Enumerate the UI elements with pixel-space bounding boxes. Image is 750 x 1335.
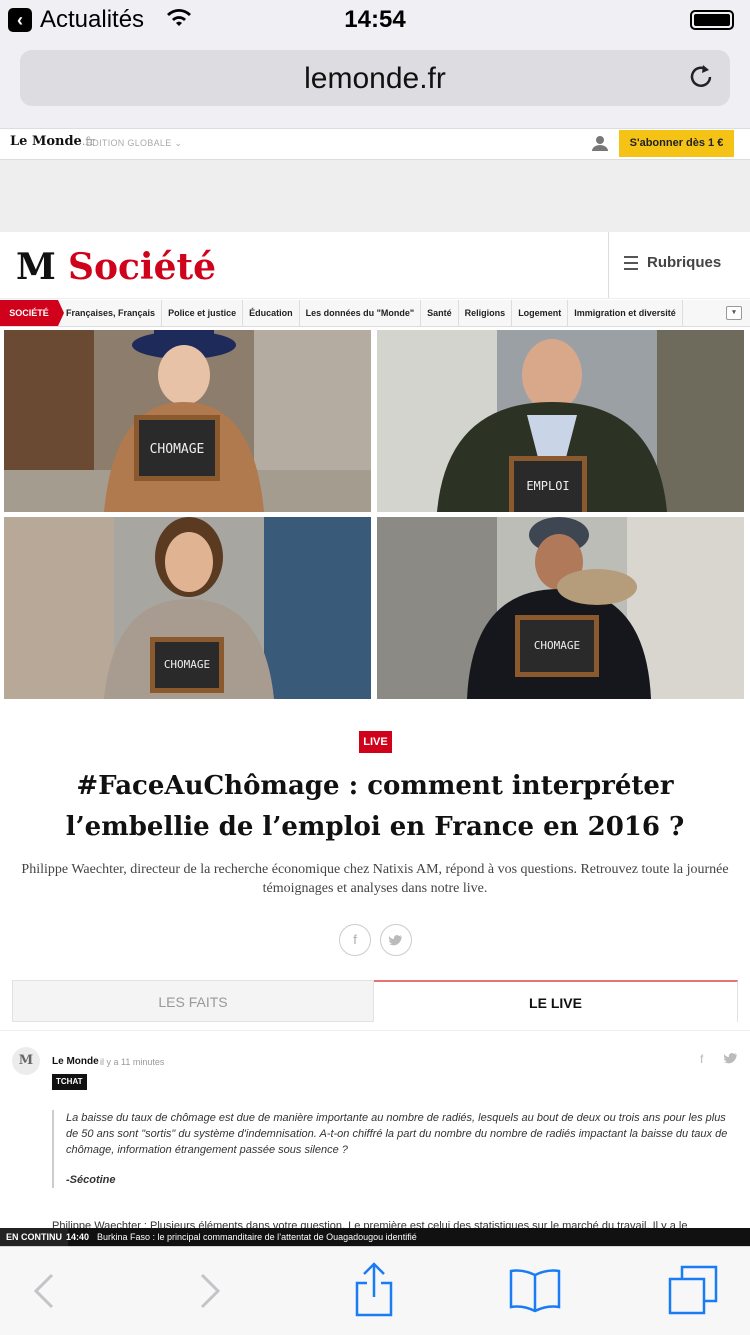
rubriques-button[interactable]: Rubriques [647, 254, 721, 271]
bookmarks-icon[interactable] [508, 1267, 562, 1313]
article-tabs: LES FAITS LE LIVE [12, 980, 738, 1022]
forward-icon[interactable] [198, 1271, 224, 1311]
lemonde-logo[interactable]: Le Monde.fr [10, 134, 95, 149]
subnav-expand-icon[interactable]: ▾ [726, 306, 742, 320]
divider [608, 232, 609, 298]
twitter-share-icon[interactable] [380, 924, 412, 956]
subnav-item[interactable]: Logement [512, 300, 569, 326]
photo-man-emploi[interactable]: EMPLOI [377, 330, 744, 512]
article-headline[interactable]: #FaceAuChômage : comment interpréter l’e… [10, 766, 740, 848]
question-signature: -Sécotine [66, 1174, 116, 1186]
ticker-label: EN CONTINU [0, 1228, 68, 1246]
subnav-active-societe[interactable]: SOCIÉTÉ [0, 300, 64, 326]
browser-address-area: lemonde.fr [0, 40, 750, 128]
chalkboard-text: EMPLOI [526, 479, 569, 493]
live-badge: LIVE [359, 731, 392, 753]
ticker-time: 14:40 [66, 1232, 90, 1242]
tab-les-faits[interactable]: LES FAITS [12, 980, 374, 1022]
user-icon[interactable] [592, 135, 608, 151]
ad-placeholder [0, 160, 750, 232]
subnav-item[interactable]: Santé [421, 300, 459, 326]
edition-selector[interactable]: ÉDITION GLOBALE ⌄ [86, 138, 182, 149]
tabs-icon[interactable] [666, 1265, 720, 1317]
ticker-headline[interactable]: Burkina Faso : le principal commanditair… [97, 1228, 417, 1246]
section-header: M Société Rubriques [0, 232, 750, 299]
chalkboard-text: CHOMAGE [534, 639, 580, 652]
photo-woman-hat[interactable]: CHOMAGE [4, 330, 371, 512]
subnav-item[interactable]: Les données du "Monde" [300, 300, 422, 326]
subnav-item[interactable]: Françaises, Français [60, 300, 163, 326]
photo-woman-coat[interactable]: CHOMAGE [4, 517, 371, 699]
chalkboard-text: CHOMAGE [164, 658, 210, 671]
subnav-items: Françaises, Français Police et justice É… [60, 300, 683, 326]
subnav-item[interactable]: Police et justice [162, 300, 244, 326]
menu-icon[interactable] [624, 256, 638, 274]
share-icon[interactable] [354, 1261, 394, 1317]
reload-icon[interactable] [686, 62, 716, 92]
subnav-item[interactable]: Immigration et diversité [568, 300, 683, 326]
reader-question: La baisse du taux de chômage est due de … [52, 1110, 732, 1188]
section-title: Société [68, 246, 217, 288]
divider [0, 1030, 750, 1031]
article-intro: Philippe Waechter, directeur de la reche… [21, 862, 729, 896]
post-timestamp: il y a 11 minutes [100, 1057, 165, 1067]
status-bar: ‹ Actualités 14:54 [0, 0, 750, 40]
site-top-bar: Le Monde.fr ÉDITION GLOBALE ⌄ S'abonner … [0, 128, 750, 160]
section-subnav: SOCIÉTÉ Françaises, Français Police et j… [0, 300, 750, 327]
post-twitter-icon[interactable] [724, 1052, 738, 1064]
back-icon[interactable] [30, 1271, 56, 1311]
url-text[interactable]: lemonde.fr [20, 62, 730, 96]
post-author: Le Monde [52, 1056, 99, 1067]
clock: 14:54 [344, 6, 406, 33]
subnav-item[interactable]: Éducation [243, 300, 300, 326]
subscribe-button[interactable]: S'abonner dès 1 € [619, 130, 734, 157]
chalkboard-text: CHOMAGE [150, 442, 205, 457]
post-facebook-icon[interactable]: f [700, 1052, 703, 1066]
author-avatar: M [12, 1047, 40, 1075]
post-tag: TCHAT [52, 1074, 87, 1090]
address-bar[interactable]: lemonde.fr [20, 50, 730, 106]
browser-toolbar [0, 1246, 750, 1335]
tab-le-live[interactable]: LE LIVE [374, 980, 738, 1022]
lemonde-m-logo[interactable]: M [16, 246, 56, 288]
news-ticker[interactable]: EN CONTINU 14:40 Burkina Faso : le princ… [0, 1228, 750, 1246]
subnav-item[interactable]: Religions [459, 300, 513, 326]
photo-woman-beanie[interactable]: CHOMAGE [377, 517, 744, 699]
question-text: La baisse du taux de chômage est due de … [66, 1112, 728, 1156]
facebook-share-icon[interactable]: f [339, 924, 371, 956]
battery-icon [690, 10, 734, 30]
